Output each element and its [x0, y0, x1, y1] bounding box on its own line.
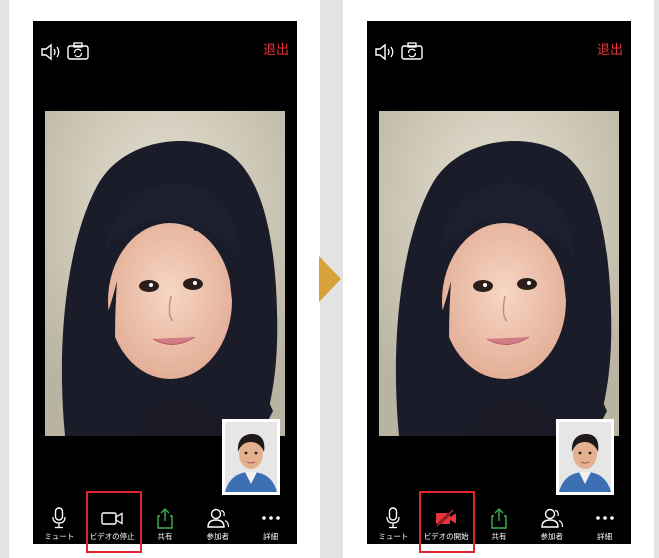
- participants-button[interactable]: 参加者: [526, 507, 578, 542]
- participants-icon: [207, 508, 229, 528]
- more-button[interactable]: 詳細: [579, 507, 631, 542]
- mute-label: ミュート: [378, 532, 409, 541]
- remote-video: [379, 111, 619, 436]
- share-label: 共有: [157, 532, 173, 541]
- more-label: 詳細: [263, 532, 279, 541]
- screen-card-before: 退出 ミュート ビデオの停止 共有 参加者 詳細: [9, 0, 320, 558]
- share-icon: [157, 508, 173, 529]
- remote-video: [45, 111, 285, 436]
- speaker-icon[interactable]: [40, 43, 62, 61]
- camera-switch-icon[interactable]: [401, 42, 423, 60]
- mute-button[interactable]: ミュート: [33, 507, 85, 542]
- share-button[interactable]: 共有: [473, 507, 525, 542]
- microphone-icon: [386, 507, 401, 529]
- participants-label: 参加者: [540, 532, 564, 541]
- self-view[interactable]: [222, 419, 280, 495]
- share-label: 共有: [491, 532, 507, 541]
- more-icon: [261, 516, 280, 520]
- mute-button[interactable]: ミュート: [367, 507, 419, 542]
- camera-switch-icon[interactable]: [67, 42, 89, 60]
- meeting-toolbar: ミュート ビデオの開始 共有 参加者 詳細: [367, 494, 631, 544]
- screen-card-after: 退出 ミュート ビデオの開始 共有 参加者 詳細: [343, 0, 654, 558]
- participants-button[interactable]: 参加者: [192, 507, 244, 542]
- top-bar: 退出: [367, 21, 631, 83]
- top-bar: 退出: [33, 21, 297, 83]
- highlight-start-video: [419, 491, 475, 553]
- mute-label: ミュート: [44, 532, 75, 541]
- microphone-icon: [52, 507, 67, 529]
- more-icon: [595, 516, 614, 520]
- highlight-stop-video: [86, 491, 142, 553]
- share-button[interactable]: 共有: [139, 507, 191, 542]
- leave-button[interactable]: 退出: [597, 44, 623, 58]
- next-step-arrow: [319, 256, 341, 302]
- self-view[interactable]: [556, 419, 614, 495]
- phone-screen: 退出: [367, 21, 631, 544]
- share-icon: [491, 508, 507, 529]
- more-button[interactable]: 詳細: [245, 507, 297, 542]
- participants-icon: [541, 508, 563, 528]
- leave-button[interactable]: 退出: [263, 44, 289, 58]
- meeting-toolbar: ミュート ビデオの停止 共有 参加者 詳細: [33, 494, 297, 544]
- phone-screen: 退出: [33, 21, 297, 544]
- more-label: 詳細: [597, 532, 613, 541]
- participants-label: 参加者: [206, 532, 230, 541]
- speaker-icon[interactable]: [374, 43, 396, 61]
